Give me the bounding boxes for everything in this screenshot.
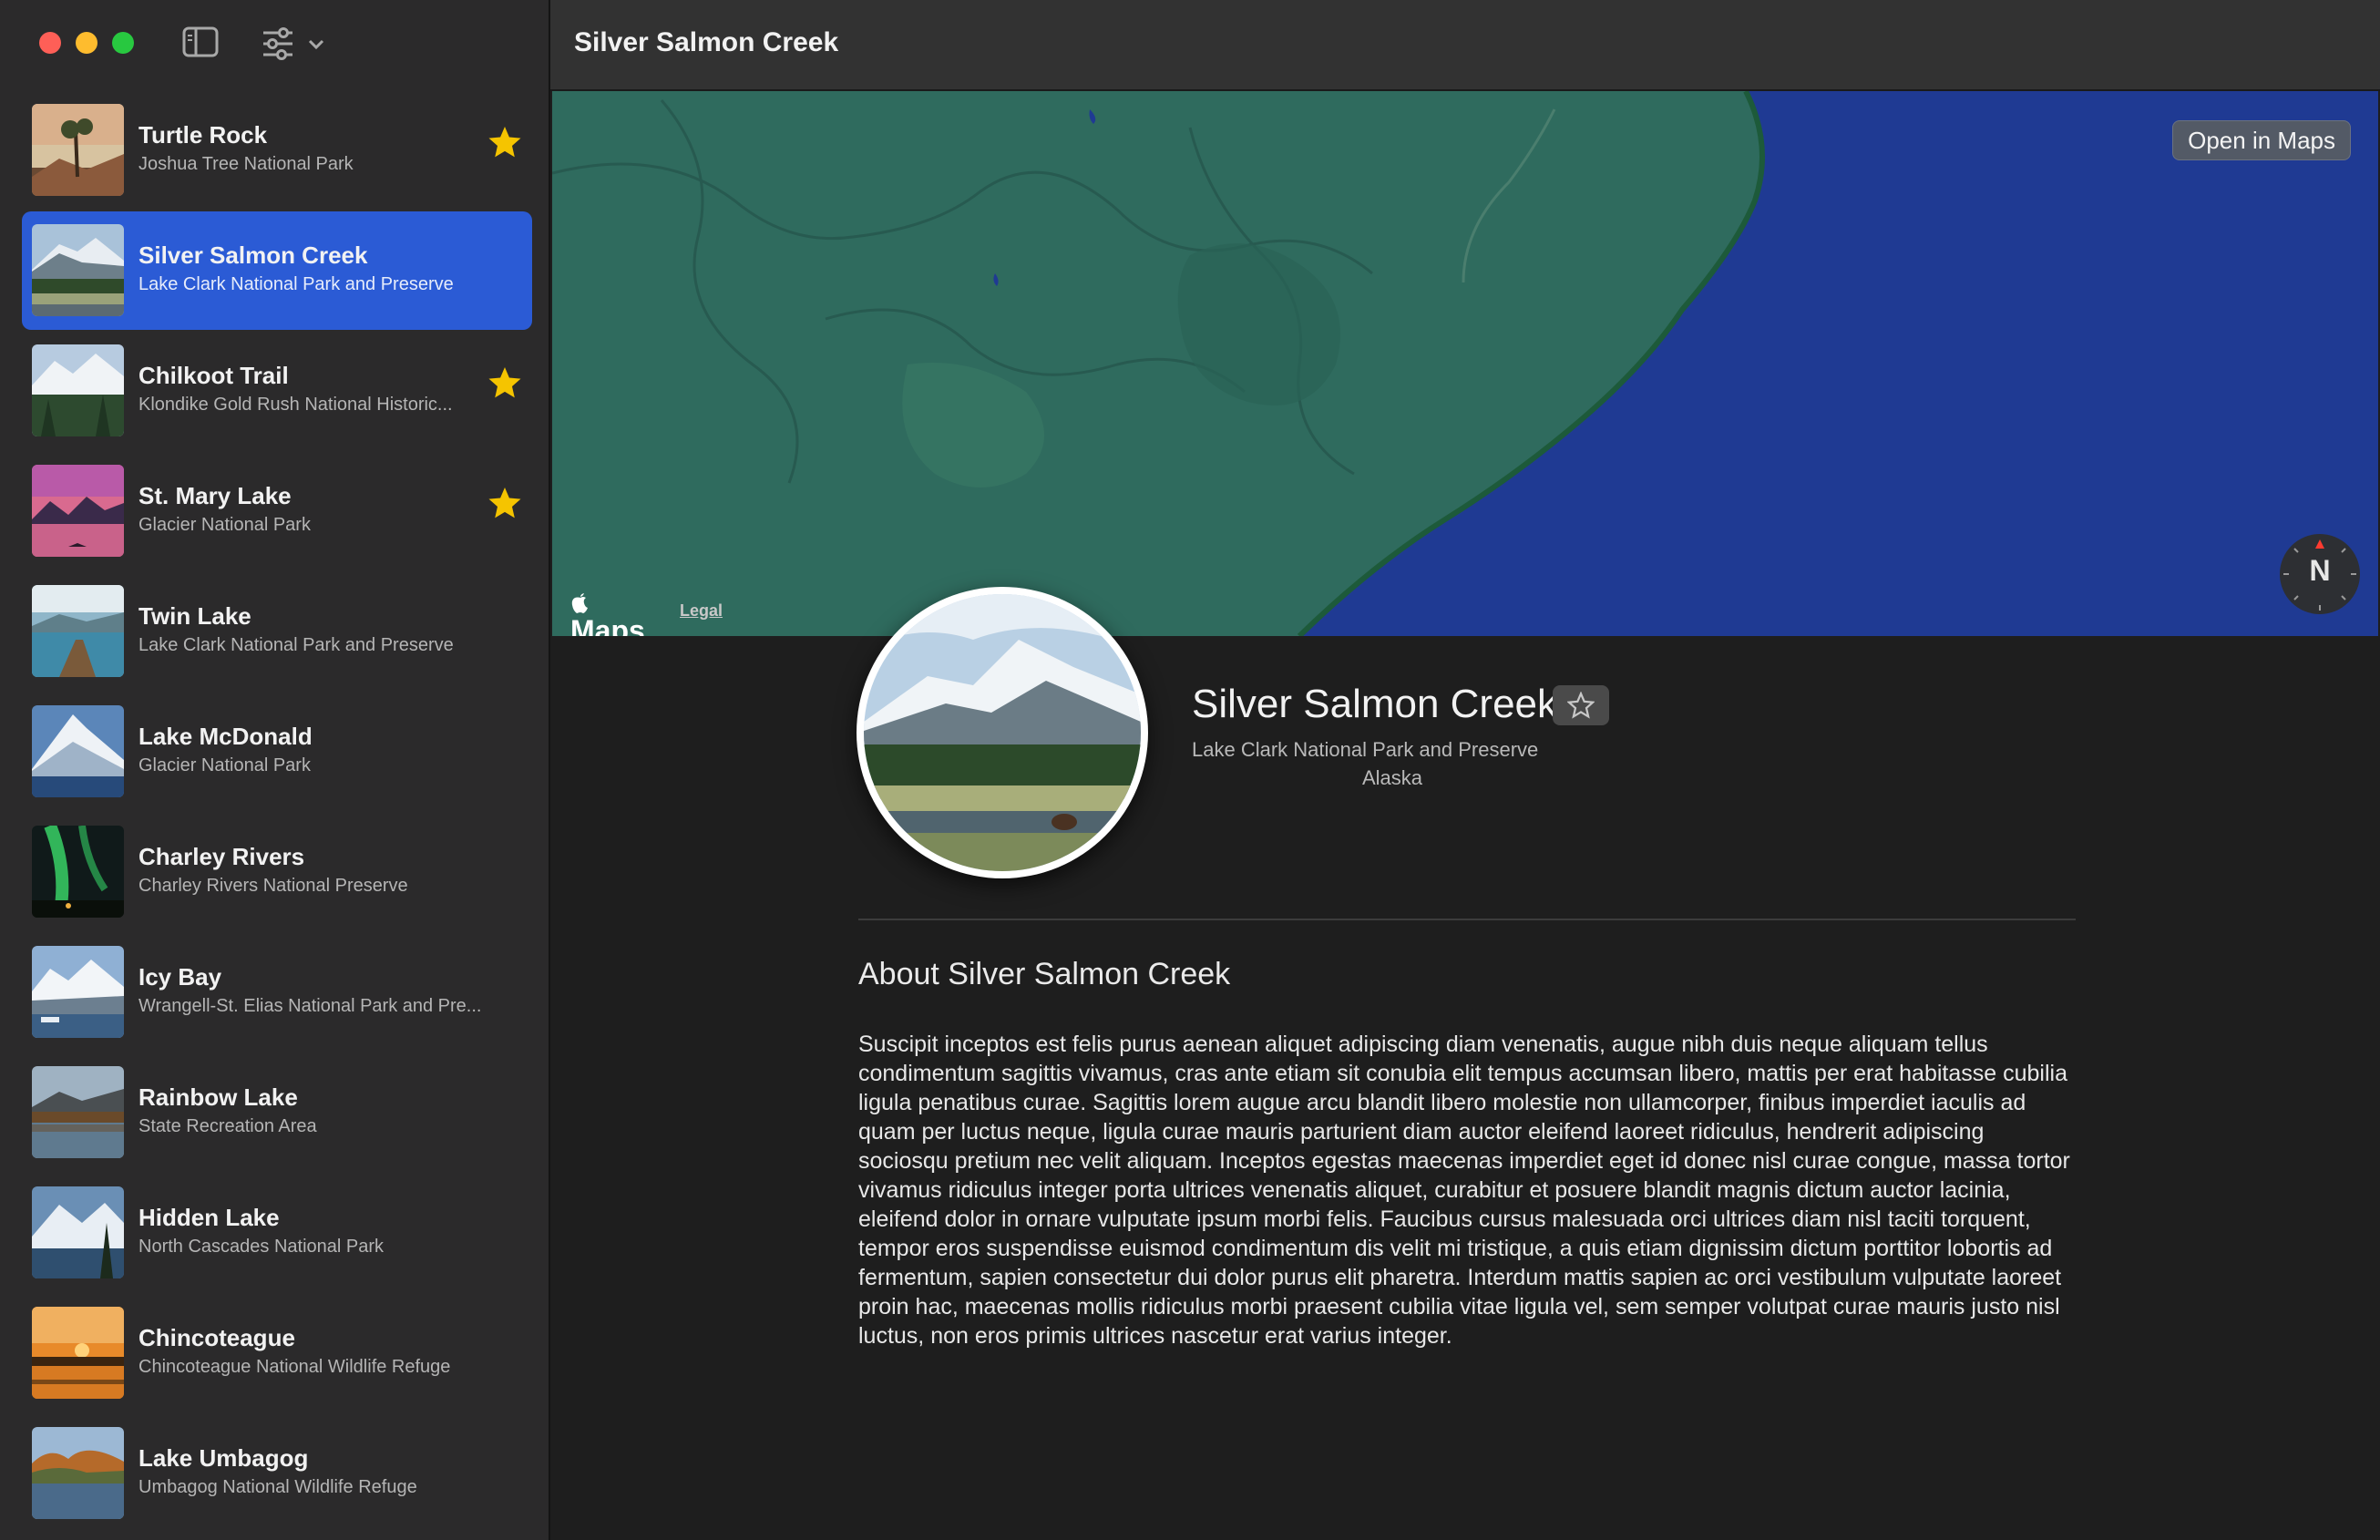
landmark-thumbnail <box>32 585 124 677</box>
landmark-thumbnail <box>32 946 124 1038</box>
sidebar-toggle-button[interactable] <box>182 26 219 58</box>
landmark-name: Lake Umbagog <box>138 1444 309 1472</box>
list-item-icy-bay[interactable]: Icy Bay Wrangell-St. Elias National Park… <box>22 933 532 1052</box>
open-in-maps-button[interactable]: Open in Maps <box>2172 120 2351 160</box>
star-filled-icon <box>488 367 521 398</box>
landmark-park: Umbagog National Wildlife Refuge <box>138 1477 417 1497</box>
landmark-thumbnail <box>32 1307 124 1399</box>
minimize-window-button[interactable] <box>76 32 97 54</box>
landmark-photo <box>857 587 1148 878</box>
landmark-park: Lake Clark National Park and Preserve <box>138 635 454 655</box>
landmark-thumbnail <box>32 705 124 797</box>
list-item-lake-mcdonald[interactable]: Lake McDonald Glacier National Park <box>22 693 532 811</box>
window-title: Silver Salmon Creek <box>574 27 839 57</box>
sidebar: Turtle Rock Joshua Tree National Park Si… <box>0 0 550 1540</box>
landmark-park: Lake Clark National Park and Preserve <box>1192 738 1539 761</box>
list-item-twin-lake[interactable]: Twin Lake Lake Clark National Park and P… <box>22 572 532 691</box>
landmark-thumbnail <box>32 1066 124 1158</box>
landmark-name: Silver Salmon Creek <box>138 241 368 269</box>
zoom-window-button[interactable] <box>112 32 134 54</box>
filter-menu-button[interactable] <box>260 26 333 62</box>
landmark-name: Lake McDonald <box>138 723 313 750</box>
about-heading: About Silver Salmon Creek <box>858 957 1231 991</box>
landmark-park: Joshua Tree National Park <box>138 154 354 174</box>
maps-logo: Maps <box>570 590 645 636</box>
landmark-name: Icy Bay <box>138 963 222 991</box>
landmark-thumbnail <box>32 224 124 316</box>
sliders-icon <box>263 27 292 60</box>
compass-button[interactable]: N <box>2280 534 2360 614</box>
landmark-list: Turtle Rock Joshua Tree National Park Si… <box>0 91 549 1535</box>
close-window-button[interactable] <box>39 32 61 54</box>
landmark-thumbnail <box>32 465 124 557</box>
map-canvas <box>552 91 2378 636</box>
maps-logo-text: Maps <box>570 614 645 636</box>
about-description: Suscipit inceptos est felis purus aenean… <box>858 1032 2070 1349</box>
landmark-detail: Silver Salmon Creek Lake Clark National … <box>550 587 2380 1540</box>
landmark-park: State Recreation Area <box>138 1116 317 1136</box>
landmark-park: Chincoteague National Wildlife Refuge <box>138 1357 451 1377</box>
landmark-name: Chilkoot Trail <box>138 362 289 389</box>
list-item-st-mary-lake[interactable]: St. Mary Lake Glacier National Park <box>22 452 532 570</box>
landmark-thumbnail <box>32 344 124 436</box>
sidebar-left-icon <box>182 26 219 57</box>
star-outline-icon <box>1567 692 1595 719</box>
landmark-thumbnail <box>32 1186 124 1278</box>
list-item-chilkoot-trail[interactable]: Chilkoot Trail Klondike Gold Rush Nation… <box>22 332 532 450</box>
title-bar: Silver Salmon Creek <box>550 0 2380 91</box>
landmark-name: Chincoteague <box>138 1324 295 1351</box>
landmark-park: Lake Clark National Park and Preserve <box>138 274 454 294</box>
apple-logo-icon <box>571 593 588 613</box>
landmark-park: Charley Rivers National Preserve <box>138 876 408 896</box>
landmark-state: Alaska <box>1361 766 1423 789</box>
landmark-name: Charley Rivers <box>138 843 305 870</box>
detail-pane: Silver Salmon Creek Open in Maps Maps Le… <box>550 0 2380 1540</box>
app-window: Turtle Rock Joshua Tree National Park Si… <box>0 0 2380 1540</box>
landmark-name: Rainbow Lake <box>138 1083 298 1111</box>
landmark-park: Wrangell-St. Elias National Park and Pre… <box>138 996 482 1016</box>
landmark-park: Glacier National Park <box>138 515 311 535</box>
list-item-turtle-rock[interactable]: Turtle Rock Joshua Tree National Park <box>22 91 532 210</box>
compass-north-label: N <box>2309 554 2331 587</box>
star-filled-icon <box>488 127 521 158</box>
landmark-name: Twin Lake <box>138 602 251 630</box>
list-item-rainbow-lake[interactable]: Rainbow Lake State Recreation Area <box>22 1053 532 1172</box>
landmark-park: North Cascades National Park <box>138 1237 385 1257</box>
list-item-chincoteague[interactable]: Chincoteague Chincoteague National Wildl… <box>22 1294 532 1412</box>
star-filled-icon <box>488 488 521 518</box>
landmark-park: Klondike Gold Rush National Historic... <box>138 395 453 415</box>
landmark-name: Hidden Lake <box>138 1204 280 1231</box>
chevron-down-icon <box>308 39 324 50</box>
list-item-charley-rivers[interactable]: Charley Rivers Charley Rivers National P… <box>22 813 532 931</box>
landmark-title: Silver Salmon Creek <box>1192 682 1558 726</box>
list-item-hidden-lake[interactable]: Hidden Lake North Cascades National Park <box>22 1174 532 1292</box>
map-view[interactable]: Open in Maps Maps Legal N <box>552 91 2378 636</box>
maps-legal-link[interactable]: Legal <box>680 601 723 621</box>
landmark-thumbnail <box>32 104 124 196</box>
landmark-park: Glacier National Park <box>138 755 311 775</box>
landmark-name: Turtle Rock <box>138 121 268 149</box>
landmark-name: St. Mary Lake <box>138 482 292 509</box>
landmark-thumbnail <box>32 826 124 918</box>
list-item-silver-salmon-creek[interactable]: Silver Salmon Creek Lake Clark National … <box>22 211 532 330</box>
list-item-lake-umbagog[interactable]: Lake Umbagog Umbagog National Wildlife R… <box>22 1414 532 1533</box>
favorite-toggle-button[interactable] <box>1553 685 1609 725</box>
landmark-thumbnail <box>32 1427 124 1519</box>
divider <box>858 919 2076 920</box>
